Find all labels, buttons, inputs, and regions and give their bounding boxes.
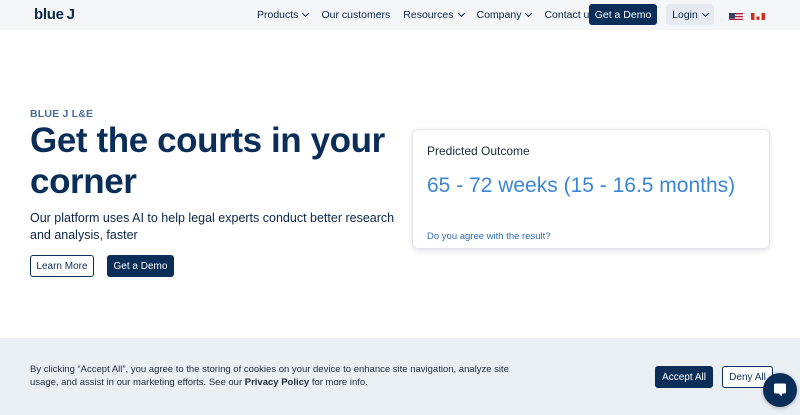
agree-result-link[interactable]: Do you agree with the result? [427,231,551,242]
chevron-down-icon [302,9,310,18]
top-navbar: blue J Products Our customers Resources … [0,0,800,30]
hero-headline: Get the courts in your corner [30,121,385,201]
accept-all-button[interactable]: Accept All [655,366,713,388]
logo-word: blue [34,6,64,23]
hero-subtext: Our platform uses AI to help legal exper… [30,211,395,242]
chevron-down-icon [525,9,533,18]
cookie-message: By clicking “Accept All”, you agree to t… [30,363,530,389]
hero-get-demo-button[interactable]: Get a Demo [107,255,174,277]
nav-item-products[interactable]: Products [257,9,310,21]
blue-j-logo[interactable]: blue J [34,6,75,23]
privacy-policy-link[interactable]: Privacy Policy [245,377,309,388]
cookie-text-after: for more info. [309,377,368,388]
ca-flag-icon[interactable] [751,10,765,20]
nav-links: Products Our customers Resources Company… [257,0,608,30]
predicted-value: 65 - 72 weeks (15 - 16.5 months) [427,174,736,197]
chat-bubble-icon[interactable] [763,373,797,407]
nav-item-our-customers[interactable]: Our customers [321,9,390,21]
nav-item-label: Contact us [544,9,595,21]
nav-item-label: Resources [403,9,454,21]
us-flag-icon[interactable] [729,10,743,20]
nav-item-label: Our customers [321,9,391,21]
cookie-banner: By clicking “Accept All”, you agree to t… [0,338,800,415]
nav-item-company[interactable]: Company [476,9,533,21]
nav-item-contact-us[interactable]: Contact us [544,9,594,21]
logo-letter: J [66,6,75,23]
hero-eyebrow: BLUE J L&E [30,108,94,120]
learn-more-button[interactable]: Learn More [30,255,94,277]
login-button[interactable]: Login [666,4,714,25]
login-label: Login [672,8,698,21]
nav-item-label: Company [476,9,522,21]
nav-get-demo-button[interactable]: Get a Demo [589,4,657,25]
nav-item-label: Products [257,9,299,21]
nav-item-resources[interactable]: Resources [403,9,465,21]
chevron-down-icon [457,9,465,18]
predicted-outcome-card: Predicted Outcome 65 - 72 weeks (15 - 16… [412,129,770,249]
card-title: Predicted Outcome [427,144,530,158]
chevron-down-icon [701,9,709,17]
